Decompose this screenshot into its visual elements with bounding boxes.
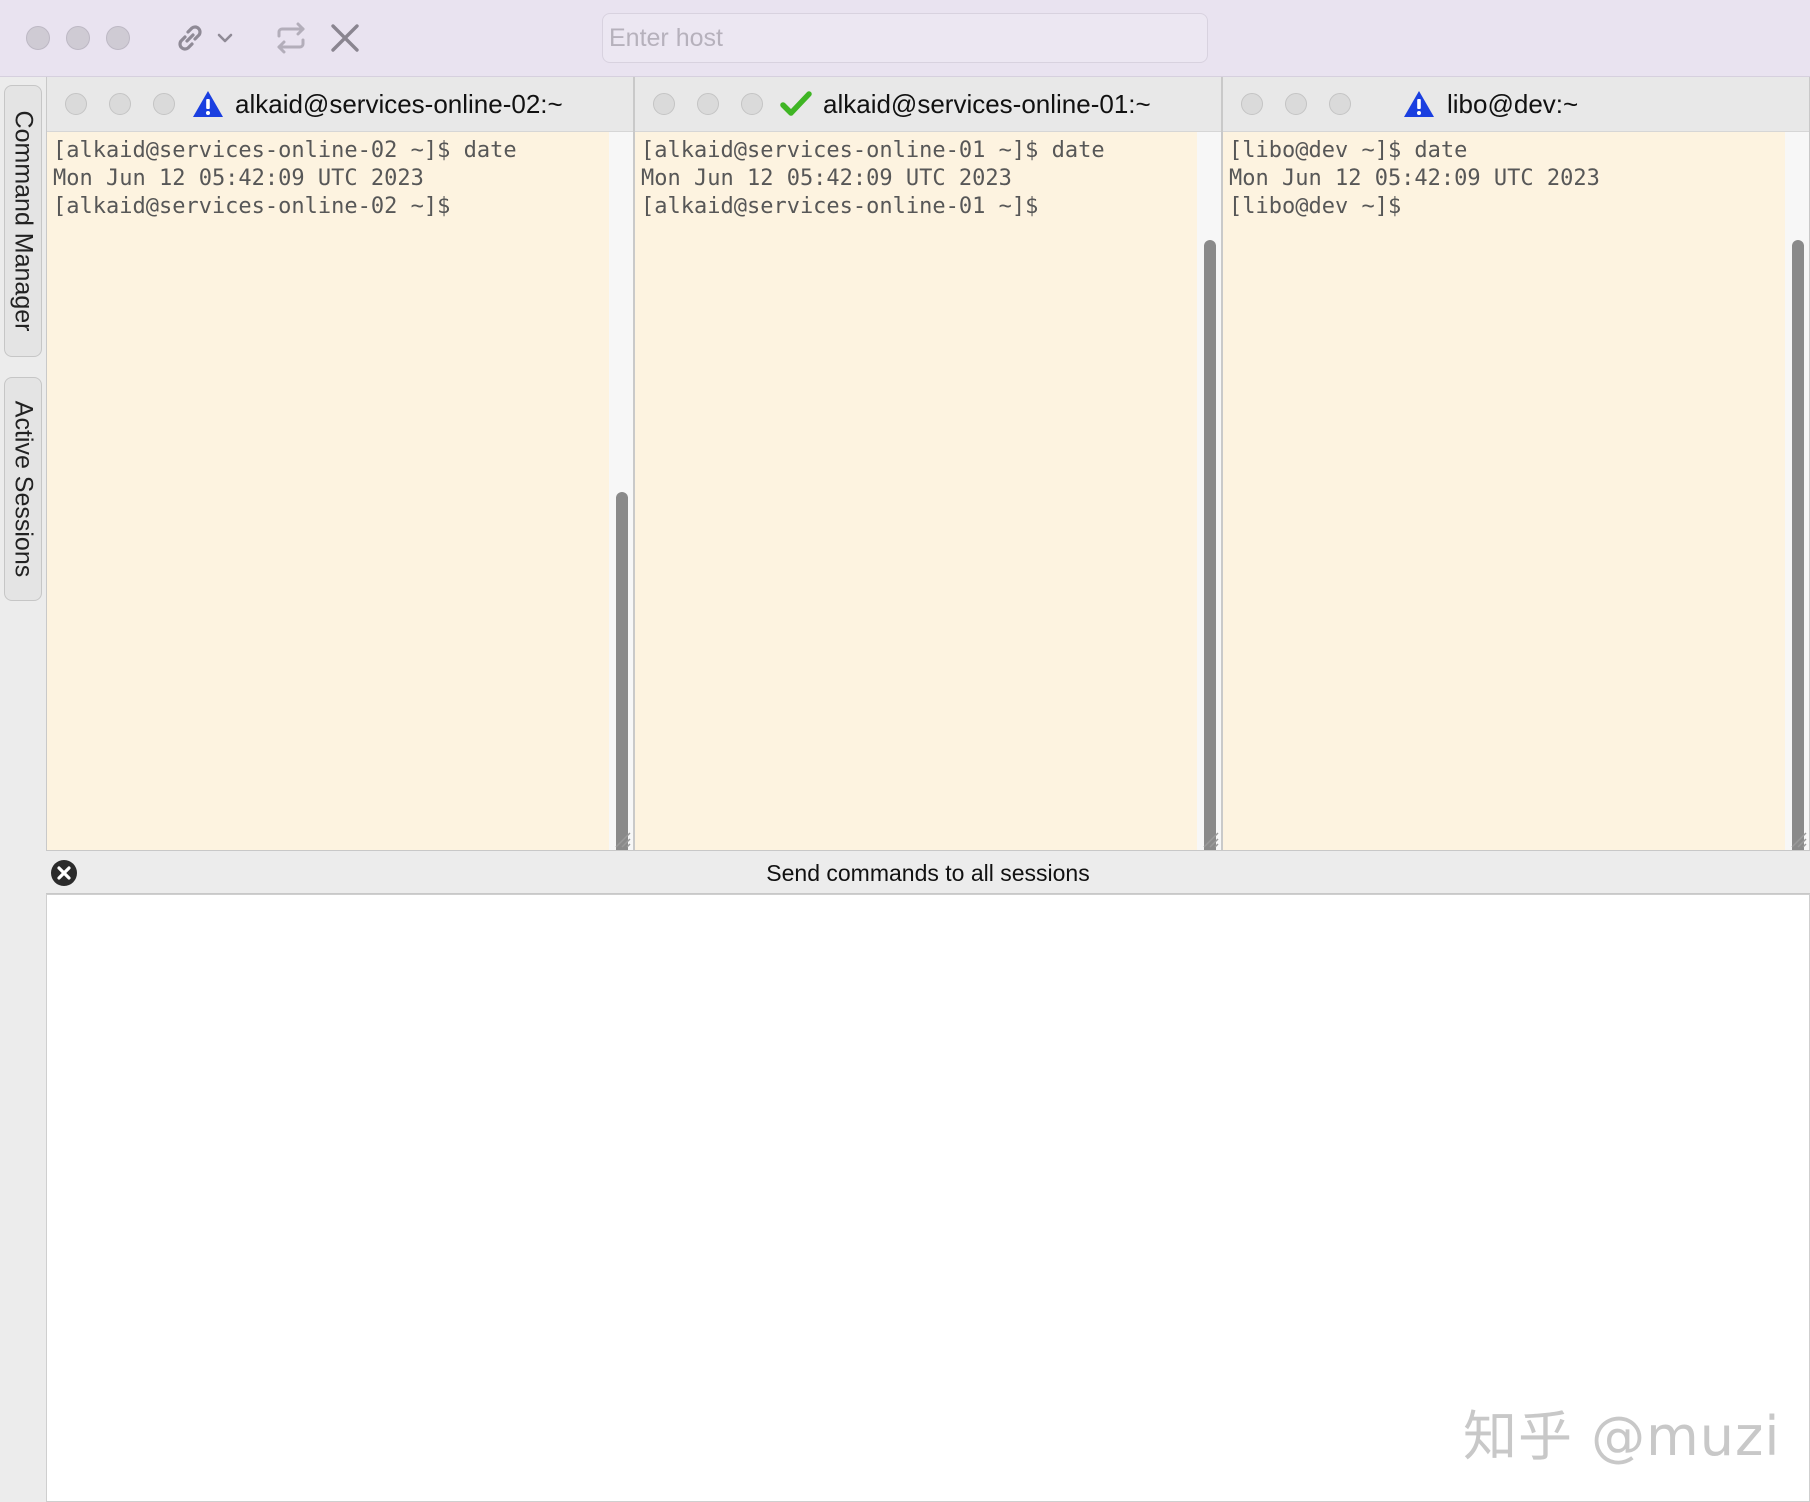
pane-minimize-button[interactable] bbox=[109, 93, 131, 115]
scrollbar-thumb[interactable] bbox=[1792, 240, 1804, 890]
side-tab-bar: Command Manager Active Sessions bbox=[0, 77, 47, 1502]
session-title: alkaid@services-online-02:~ bbox=[235, 89, 563, 119]
pane-zoom-button[interactable] bbox=[1329, 93, 1351, 115]
pane-close-button[interactable] bbox=[65, 93, 87, 115]
broadcast-title: Send commands to all sessions bbox=[766, 860, 1090, 886]
resize-grip-icon[interactable] bbox=[1201, 830, 1219, 848]
link-icon[interactable] bbox=[170, 18, 210, 58]
chevron-down-icon[interactable] bbox=[208, 18, 242, 58]
checkmark-icon bbox=[780, 91, 812, 116]
pane-close-button[interactable] bbox=[653, 93, 675, 115]
scrollbar[interactable] bbox=[1197, 132, 1221, 890]
session-title: alkaid@services-online-01:~ bbox=[823, 89, 1151, 119]
watermark: 知乎 @muzi bbox=[1463, 1405, 1781, 1468]
terminal-output[interactable]: [libo@dev ~]$ date Mon Jun 12 05:42:09 U… bbox=[1223, 132, 1785, 850]
session-header[interactable]: alkaid@services-online-02:~ bbox=[47, 77, 633, 132]
pane-zoom-button[interactable] bbox=[153, 93, 175, 115]
tab-command-manager-label: Command Manager bbox=[9, 110, 38, 332]
warning-icon bbox=[1404, 91, 1434, 117]
terminal-line: Mon Jun 12 05:42:09 UTC 2023 bbox=[1229, 166, 1600, 191]
session-pane[interactable]: libo@dev:~ [libo@dev ~]$ date Mon Jun 12… bbox=[1222, 77, 1810, 890]
terminal-output[interactable]: [alkaid@services-online-02 ~]$ date Mon … bbox=[47, 132, 609, 850]
pane-minimize-button[interactable] bbox=[697, 93, 719, 115]
terminal-output[interactable]: [alkaid@services-online-01 ~]$ date Mon … bbox=[635, 132, 1197, 850]
scrollbar[interactable] bbox=[1785, 132, 1809, 890]
warning-icon bbox=[193, 91, 223, 117]
session-pane[interactable]: alkaid@services-online-01:~ [alkaid@serv… bbox=[634, 77, 1222, 890]
resize-grip-icon[interactable] bbox=[1789, 830, 1807, 848]
scrollbar-thumb[interactable] bbox=[1204, 240, 1216, 890]
terminal-line: [alkaid@services-online-01 ~]$ date bbox=[641, 138, 1105, 163]
window-zoom-button[interactable] bbox=[106, 26, 130, 50]
session-title: libo@dev:~ bbox=[1447, 89, 1579, 119]
tab-active-sessions[interactable]: Active Sessions bbox=[4, 377, 42, 601]
close-icon[interactable] bbox=[325, 18, 365, 58]
session-header[interactable]: alkaid@services-online-01:~ bbox=[635, 77, 1221, 132]
window-minimize-button[interactable] bbox=[66, 26, 90, 50]
terminal-line: [alkaid@services-online-02 ~]$ bbox=[53, 194, 451, 219]
pane-minimize-button[interactable] bbox=[1285, 93, 1307, 115]
terminal-line: [libo@dev ~]$ date bbox=[1229, 138, 1468, 163]
tab-active-sessions-label: Active Sessions bbox=[9, 400, 38, 578]
session-pane[interactable]: alkaid@services-online-02:~ [alkaid@serv… bbox=[46, 77, 634, 890]
terminal-line: Mon Jun 12 05:42:09 UTC 2023 bbox=[53, 166, 424, 191]
resize-grip-icon[interactable] bbox=[613, 830, 631, 848]
terminal-line: [libo@dev ~]$ bbox=[1229, 194, 1402, 219]
tab-command-manager[interactable]: Command Manager bbox=[4, 85, 42, 357]
toolbar bbox=[0, 0, 1810, 77]
session-header[interactable]: libo@dev:~ bbox=[1223, 77, 1809, 132]
terminal-line: [alkaid@services-online-01 ~]$ bbox=[641, 194, 1039, 219]
repeat-icon[interactable] bbox=[271, 18, 311, 58]
pane-zoom-button[interactable] bbox=[741, 93, 763, 115]
terminal-line: [alkaid@services-online-02 ~]$ date bbox=[53, 138, 517, 163]
pane-close-button[interactable] bbox=[1241, 93, 1263, 115]
scrollbar[interactable] bbox=[609, 132, 633, 890]
broadcast-bar: Send commands to all sessions bbox=[46, 850, 1810, 894]
host-input[interactable] bbox=[602, 13, 1208, 63]
terminal-line: Mon Jun 12 05:42:09 UTC 2023 bbox=[641, 166, 1012, 191]
window-close-button[interactable] bbox=[26, 26, 50, 50]
